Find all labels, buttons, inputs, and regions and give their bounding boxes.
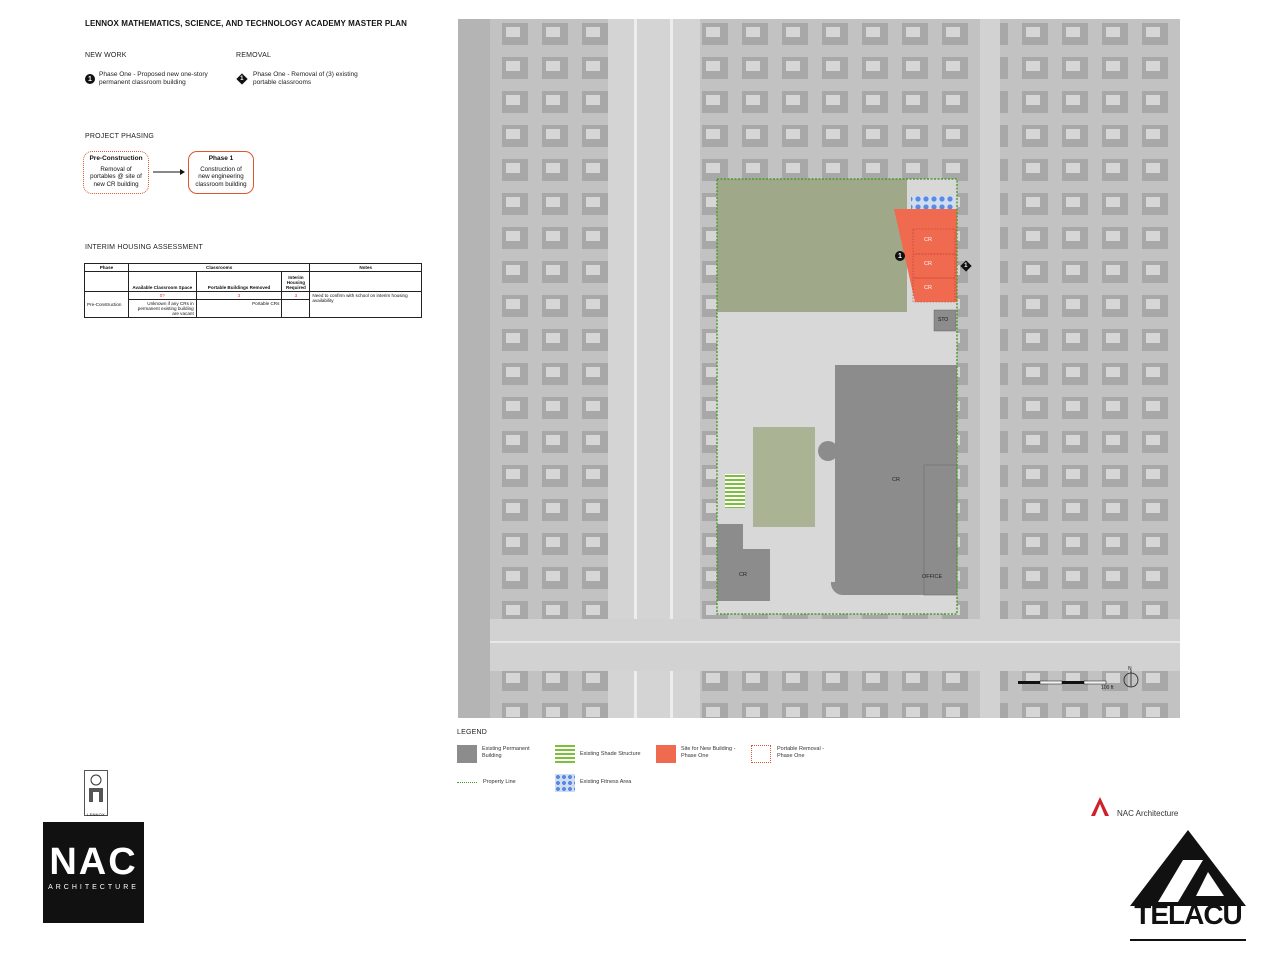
phasing-heading: PROJECT PHASING: [85, 133, 154, 140]
office-label: OFFICE: [922, 574, 943, 580]
col-phase: Phase: [84, 263, 129, 272]
interim-heading: INTERIM HOUSING ASSESSMENT: [85, 244, 203, 251]
scale-label: 100 ft: [1101, 685, 1114, 691]
col-notes: Notes: [309, 263, 422, 272]
portable-2-label: CR: [924, 261, 932, 267]
removal-badge: 1: [236, 73, 248, 85]
new-building-badge: 1: [895, 251, 905, 261]
phase-1-box: Phase 1 Construction of new engineering cl…: [188, 151, 254, 194]
telacu-triangle-icon: [1130, 830, 1246, 906]
lennox-seal: LENNOX: [84, 770, 108, 817]
legend-shade-label: Existing Shade Structure: [580, 751, 641, 757]
row-interim-count: 3: [281, 291, 311, 300]
legend-existing-swatch: [457, 745, 477, 763]
legend-portable-swatch: [751, 745, 771, 763]
nac-architecture-text: NAC Architecture: [1117, 809, 1179, 818]
sub-removed: Portable Buildings Removed: [195, 271, 283, 292]
table-header-row: Phase Classrooms Notes: [84, 263, 422, 272]
legend-heading: LEGEND: [457, 729, 487, 736]
fitness-area: [911, 196, 955, 209]
table-row: Pre-Construction 0? 3 3 Need to confirm …: [84, 291, 422, 318]
removal-description: Phase One - Removal of (3) existing porta…: [253, 71, 358, 86]
small-cr-label: CR: [739, 572, 747, 578]
telacu-logo: TELACU: [1128, 830, 1248, 942]
row-phase: Pre-Construction: [84, 291, 129, 318]
avenue: [608, 19, 700, 718]
portable-1-label: CR: [924, 237, 932, 243]
sub-interim: Interim Housing Required: [281, 271, 311, 292]
scale-bar: [1018, 681, 1040, 684]
sub-available: Available Classroom Space: [127, 271, 197, 292]
legend-fitness-label: Existing Fitness Area: [580, 779, 632, 785]
east-street: [980, 19, 1000, 718]
nac-logo: NAC ARCHITECTURE: [43, 822, 144, 923]
row-removed-count: 3: [195, 291, 283, 300]
row-notes: Need to confirm with school on interim h…: [309, 291, 422, 318]
legend-portable-label: Portable Removal - Phase One: [777, 746, 825, 759]
legend-existing-label: Existing Permanent Building: [482, 746, 530, 759]
main-cr-label: CR: [892, 477, 900, 483]
north-label: N: [1128, 666, 1132, 672]
col-classrooms: Classrooms: [127, 263, 311, 272]
legend-new-building-swatch: [656, 745, 676, 763]
south-street: [458, 619, 1180, 671]
table-subheader-row: Available Classroom Space Portable Build…: [84, 271, 422, 292]
sports-field: [717, 179, 907, 312]
legend-property-swatch: [457, 782, 477, 783]
sto-label: STO: [938, 317, 949, 323]
legend-shade-swatch: [555, 745, 575, 763]
legend-new-building-label: Site for New Building - Phase One: [681, 746, 736, 759]
portable-3-label: CR: [924, 285, 932, 291]
interim-housing-table: Phase Classrooms Notes Available Classro…: [84, 263, 422, 318]
row-available-note: Unknown if any CRs in permanent existing…: [127, 299, 197, 318]
nac-mark-icon: [1091, 797, 1109, 816]
shade-structure: [725, 474, 745, 508]
legend-fitness-swatch: [555, 774, 575, 792]
row-removed-note: Portable CRs: [195, 299, 283, 318]
row-available-count: 0?: [127, 291, 197, 300]
removal-heading: REMOVAL: [236, 52, 272, 59]
lennox-seal-icon: [89, 774, 103, 802]
page-title: LENNOX MATHEMATICS, SCIENCE, AND TECHNOL…: [85, 19, 408, 28]
site-map: CR CR CR STO CR OFFICE CR 1 1 100 ft N: [458, 19, 1180, 718]
new-work-badge: 1: [85, 74, 95, 84]
new-work-description: Phase One - Proposed new one-story perman…: [99, 71, 208, 86]
legend-property-label: Property Line: [483, 779, 516, 785]
phasing-arrow: [153, 169, 185, 175]
pre-construction-box: Pre-Construction Removal of portables @ s…: [83, 151, 149, 194]
new-work-heading: NEW WORK: [85, 52, 127, 59]
